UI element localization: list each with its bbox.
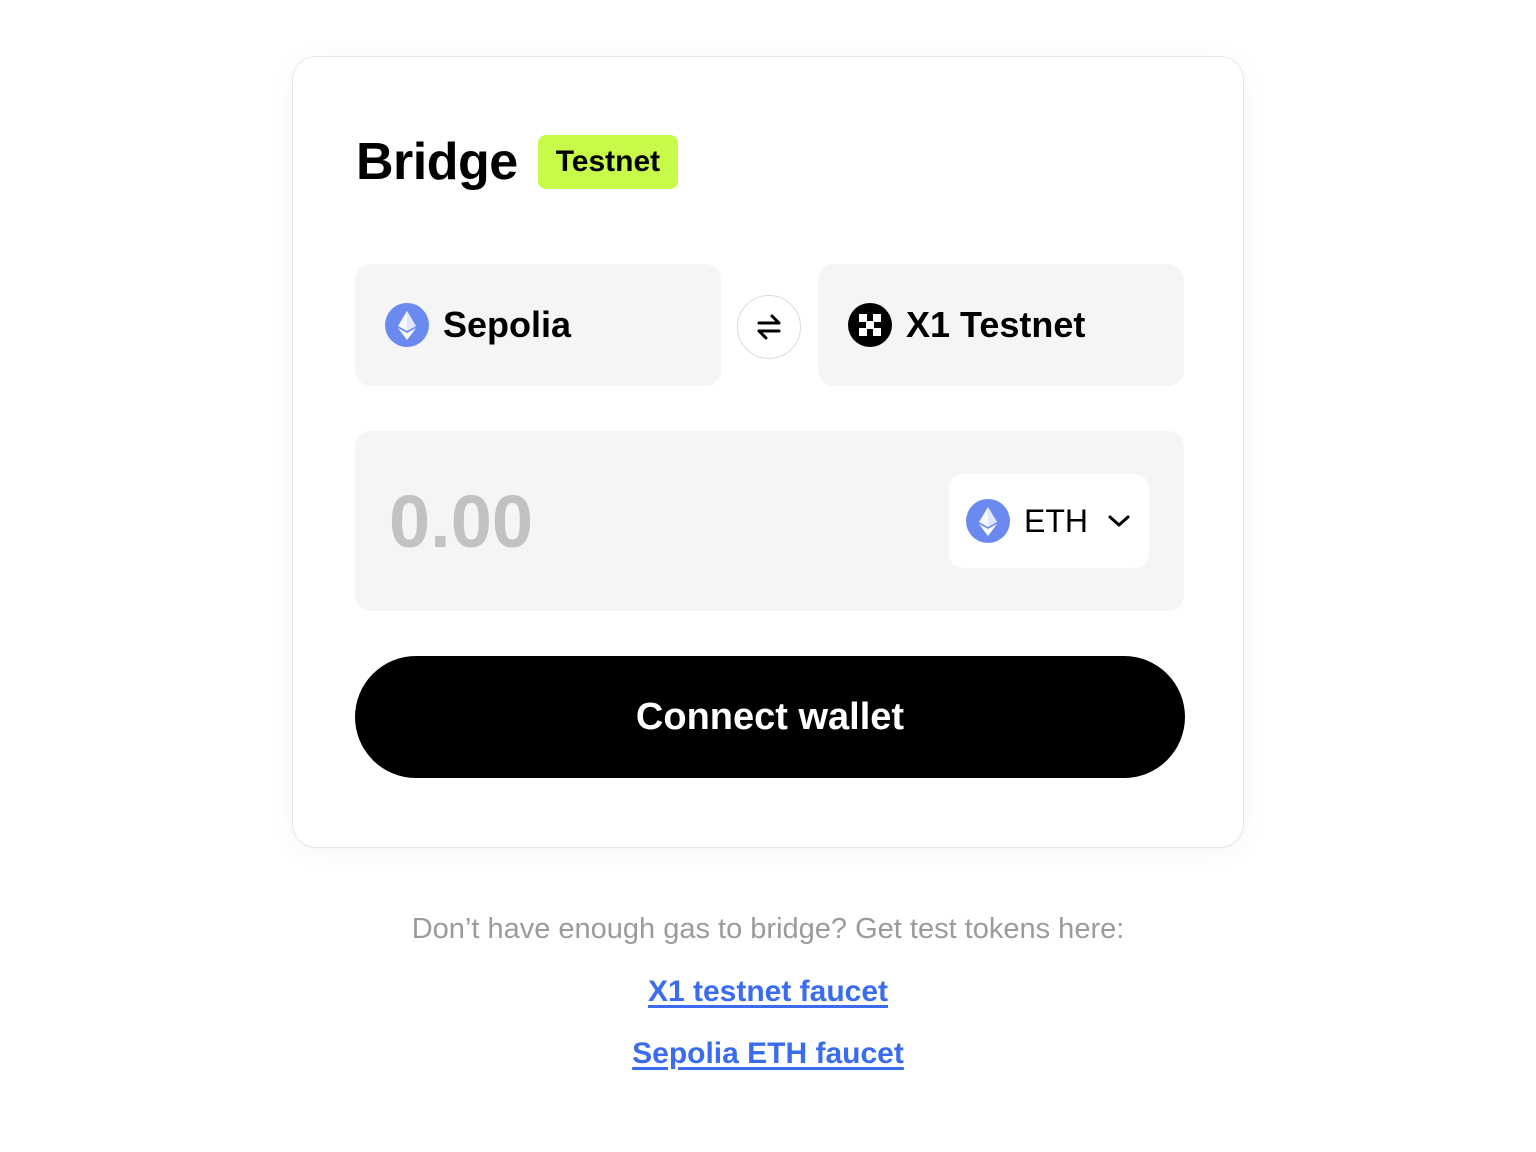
token-select[interactable]: ETH [949,474,1149,568]
from-network-label: Sepolia [443,304,572,345]
sepolia-faucet-row: Sepolia ETH faucet [0,1037,1536,1071]
x1-faucet-row: X1 testnet faucet [0,975,1536,1009]
page-title: Bridge [356,133,518,191]
chevron-down-icon [1108,515,1130,527]
token-label: ETH [1024,502,1088,539]
swap-arrows-icon [757,314,781,340]
gas-hint-text: Don’t have enough gas to bridge? Get tes… [411,913,1125,945]
ethereum-icon [966,499,1010,543]
amount-input[interactable] [389,471,889,571]
bridge-card: Bridge Testnet Sepolia X1 Testnet 0.00 E… [292,56,1244,848]
x1-testnet-faucet-link[interactable]: X1 testnet faucet [648,975,888,1008]
sepolia-eth-faucet-link[interactable]: Sepolia ETH faucet [632,1037,904,1070]
amount-panel: ETH [355,431,1184,611]
to-network-label: X1 Testnet [906,304,1086,345]
x1-logo-icon [848,303,892,347]
bridge-header: Bridge Testnet [356,133,679,191]
swap-networks-button[interactable] [737,295,801,359]
from-network-selector[interactable]: Sepolia [355,264,721,386]
testnet-badge: Testnet [537,135,679,189]
connect-wallet-button[interactable]: Connect wallet [355,656,1185,778]
ethereum-icon [385,303,429,347]
to-network-selector[interactable]: X1 Testnet [818,264,1184,386]
